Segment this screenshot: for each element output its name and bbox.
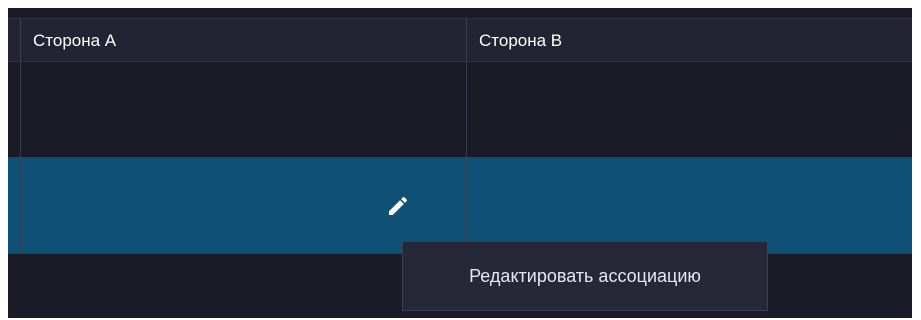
table-header: Сторона A Сторона B (8, 18, 912, 62)
table-cell-side-a[interactable] (21, 62, 467, 157)
table-cell-side-b[interactable] (467, 62, 912, 157)
grid-line-left (20, 18, 21, 254)
grid-line-middle (466, 18, 467, 254)
pencil-icon (389, 196, 408, 215)
column-header-side-a[interactable]: Сторона A (21, 19, 467, 63)
edit-association-tooltip: Редактировать ассоциацию (402, 241, 768, 311)
table-row-selected[interactable] (8, 158, 912, 254)
associations-table: Сторона A Сторона B Редактировать ассоци… (8, 8, 912, 318)
edit-association-button[interactable] (386, 194, 410, 218)
table-cell-side-b[interactable] (467, 158, 912, 253)
table-row[interactable] (8, 62, 912, 158)
column-header-side-b[interactable]: Сторона B (467, 19, 912, 63)
window-frame: Сторона A Сторона B Редактировать ассоци… (0, 0, 921, 320)
